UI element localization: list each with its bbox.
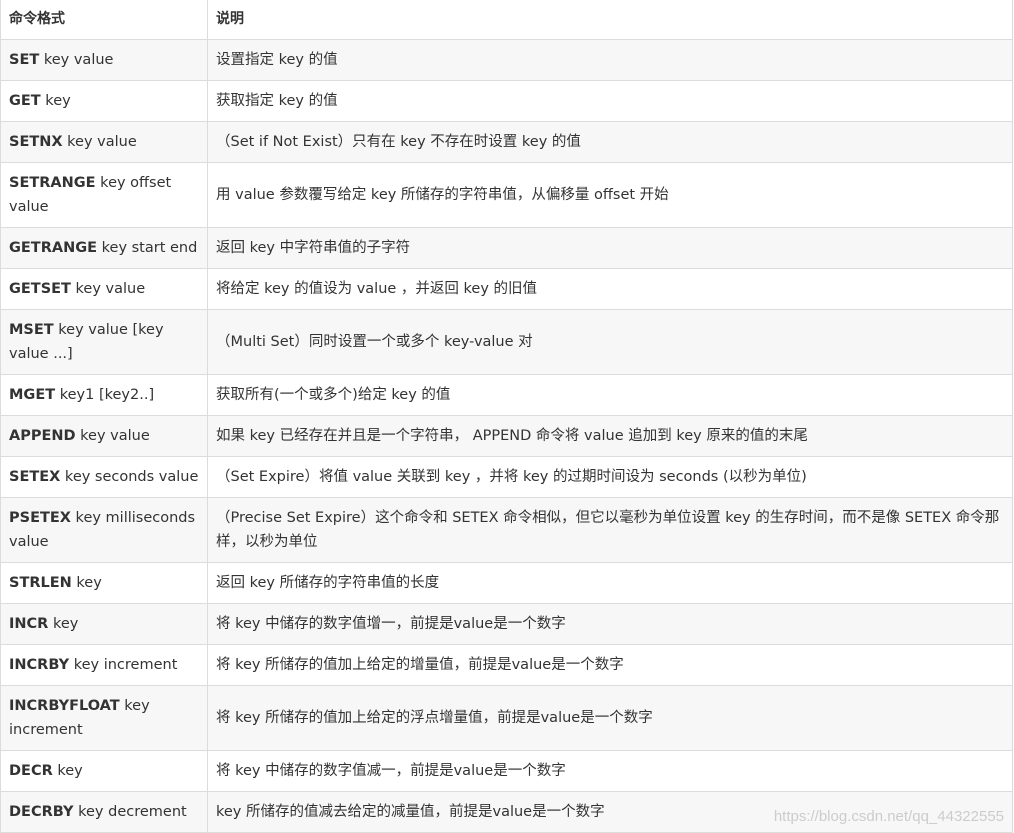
command-cell: SET key value (0, 39, 208, 81)
description-cell: 将 key 所储存的值加上给定的增量值，前提是value是一个数字 (207, 644, 1013, 686)
command-args: key (48, 616, 79, 632)
command-args: key (71, 575, 102, 591)
command-args: key1 [key2..] (55, 387, 155, 403)
command-cell: MSET key value [key value ...] (0, 309, 208, 375)
command-args: key value (62, 134, 137, 150)
description-cell: key 所储存的值减去给定的减量值，前提是value是一个数字 (207, 791, 1013, 833)
description-cell: （Precise Set Expire）这个命令和 SETEX 命令相似，但它以… (207, 497, 1013, 563)
header-description: 说明 (207, 0, 1013, 40)
command-name: GETRANGE (9, 240, 98, 256)
table-row: MGET key1 [key2..] 获取所有(一个或多个)给定 key 的值 (0, 374, 1013, 416)
table-row: SET key value 设置指定 key 的值 (0, 39, 1013, 81)
redis-string-commands-table: 命令格式 说明 SET key value 设置指定 key 的值 GET ke… (0, 0, 1013, 833)
command-cell: SETNX key value (0, 121, 208, 163)
table-header-row: 命令格式 说明 (0, 0, 1013, 40)
command-cell: GETSET key value (0, 268, 208, 310)
command-name: INCRBYFLOAT (9, 698, 120, 714)
command-name: GET (9, 93, 41, 109)
command-cell: INCR key (0, 603, 208, 645)
description-cell: （Set if Not Exist）只有在 key 不存在时设置 key 的值 (207, 121, 1013, 163)
command-name: MGET (9, 387, 56, 403)
command-cell: GETRANGE key start end (0, 227, 208, 269)
description-cell: （Set Expire）将值 value 关联到 key ，并将 key 的过期… (207, 456, 1013, 498)
description-cell: 将 key 中储存的数字值增一，前提是value是一个数字 (207, 603, 1013, 645)
command-cell: MGET key1 [key2..] (0, 374, 208, 416)
description-cell: 设置指定 key 的值 (207, 39, 1013, 81)
command-args: key increment (69, 657, 178, 673)
command-name: SETNX (9, 134, 63, 150)
command-name: SET (9, 52, 40, 68)
table-row: PSETEX key milliseconds value （Precise S… (0, 497, 1013, 563)
command-cell: SETRANGE key offset value (0, 162, 208, 228)
description-cell: 如果 key 已经存在并且是一个字符串， APPEND 命令将 value 追加… (207, 415, 1013, 457)
command-name: INCR (9, 616, 49, 632)
table-row: SETEX key seconds value （Set Expire）将值 v… (0, 456, 1013, 498)
description-cell: 用 value 参数覆写给定 key 所储存的字符串值，从偏移量 offset … (207, 162, 1013, 228)
command-cell: PSETEX key milliseconds value (0, 497, 208, 563)
description-cell: 获取所有(一个或多个)给定 key 的值 (207, 374, 1013, 416)
description-cell: 将 key 所储存的值加上给定的浮点增量值，前提是value是一个数字 (207, 685, 1013, 751)
description-cell: （Multi Set）同时设置一个或多个 key-value 对 (207, 309, 1013, 375)
table-row: INCR key 将 key 中储存的数字值增一，前提是value是一个数字 (0, 603, 1013, 645)
command-args: key start end (97, 240, 198, 256)
command-name: GETSET (9, 281, 71, 297)
command-name: APPEND (9, 428, 76, 444)
description-cell: 返回 key 中字符串值的子字符 (207, 227, 1013, 269)
table-row: GETSET key value 将给定 key 的值设为 value ，并返回… (0, 268, 1013, 310)
command-args: key (52, 763, 83, 779)
table-row: APPEND key value 如果 key 已经存在并且是一个字符串， AP… (0, 415, 1013, 457)
header-command-format: 命令格式 (0, 0, 208, 40)
command-name: PSETEX (9, 510, 71, 526)
command-name: SETEX (9, 469, 61, 485)
description-cell: 获取指定 key 的值 (207, 80, 1013, 122)
description-cell: 将给定 key 的值设为 value ，并返回 key 的旧值 (207, 268, 1013, 310)
table-row: SETNX key value （Set if Not Exist）只有在 ke… (0, 121, 1013, 163)
table-row: GET key 获取指定 key 的值 (0, 80, 1013, 122)
command-cell: SETEX key seconds value (0, 456, 208, 498)
description-cell: 将 key 中储存的数字值减一，前提是value是一个数字 (207, 750, 1013, 792)
command-name: DECRBY (9, 804, 74, 820)
table-row: STRLEN key 返回 key 所储存的字符串值的长度 (0, 562, 1013, 604)
command-name: DECR (9, 763, 53, 779)
command-cell: GET key (0, 80, 208, 122)
table-row: INCRBY key increment 将 key 所储存的值加上给定的增量值… (0, 644, 1013, 686)
command-args: key seconds value (60, 469, 199, 485)
command-args: key value (39, 52, 114, 68)
table-row: DECR key 将 key 中储存的数字值减一，前提是value是一个数字 (0, 750, 1013, 792)
command-cell: DECR key (0, 750, 208, 792)
command-args: key value (70, 281, 146, 297)
command-cell: INCRBY key increment (0, 644, 208, 686)
table-row: GETRANGE key start end 返回 key 中字符串值的子字符 (0, 227, 1013, 269)
command-name: STRLEN (9, 575, 72, 591)
command-cell: DECRBY key decrement (0, 791, 208, 833)
command-cell: INCRBYFLOAT key increment (0, 685, 208, 751)
command-args: key decrement (73, 804, 187, 820)
command-name: SETRANGE (9, 175, 96, 191)
command-cell: STRLEN key (0, 562, 208, 604)
command-name: MSET (9, 322, 54, 338)
table-row: INCRBYFLOAT key increment 将 key 所储存的值加上给… (0, 685, 1013, 751)
description-cell: 返回 key 所储存的字符串值的长度 (207, 562, 1013, 604)
command-args: key value (75, 428, 150, 444)
command-args: key (40, 93, 71, 109)
table-row: DECRBY key decrement key 所储存的值减去给定的减量值，前… (0, 791, 1013, 833)
command-name: INCRBY (9, 657, 70, 673)
table-row: SETRANGE key offset value 用 value 参数覆写给定… (0, 162, 1013, 228)
table-row: MSET key value [key value ...] （Multi Se… (0, 309, 1013, 375)
command-cell: APPEND key value (0, 415, 208, 457)
